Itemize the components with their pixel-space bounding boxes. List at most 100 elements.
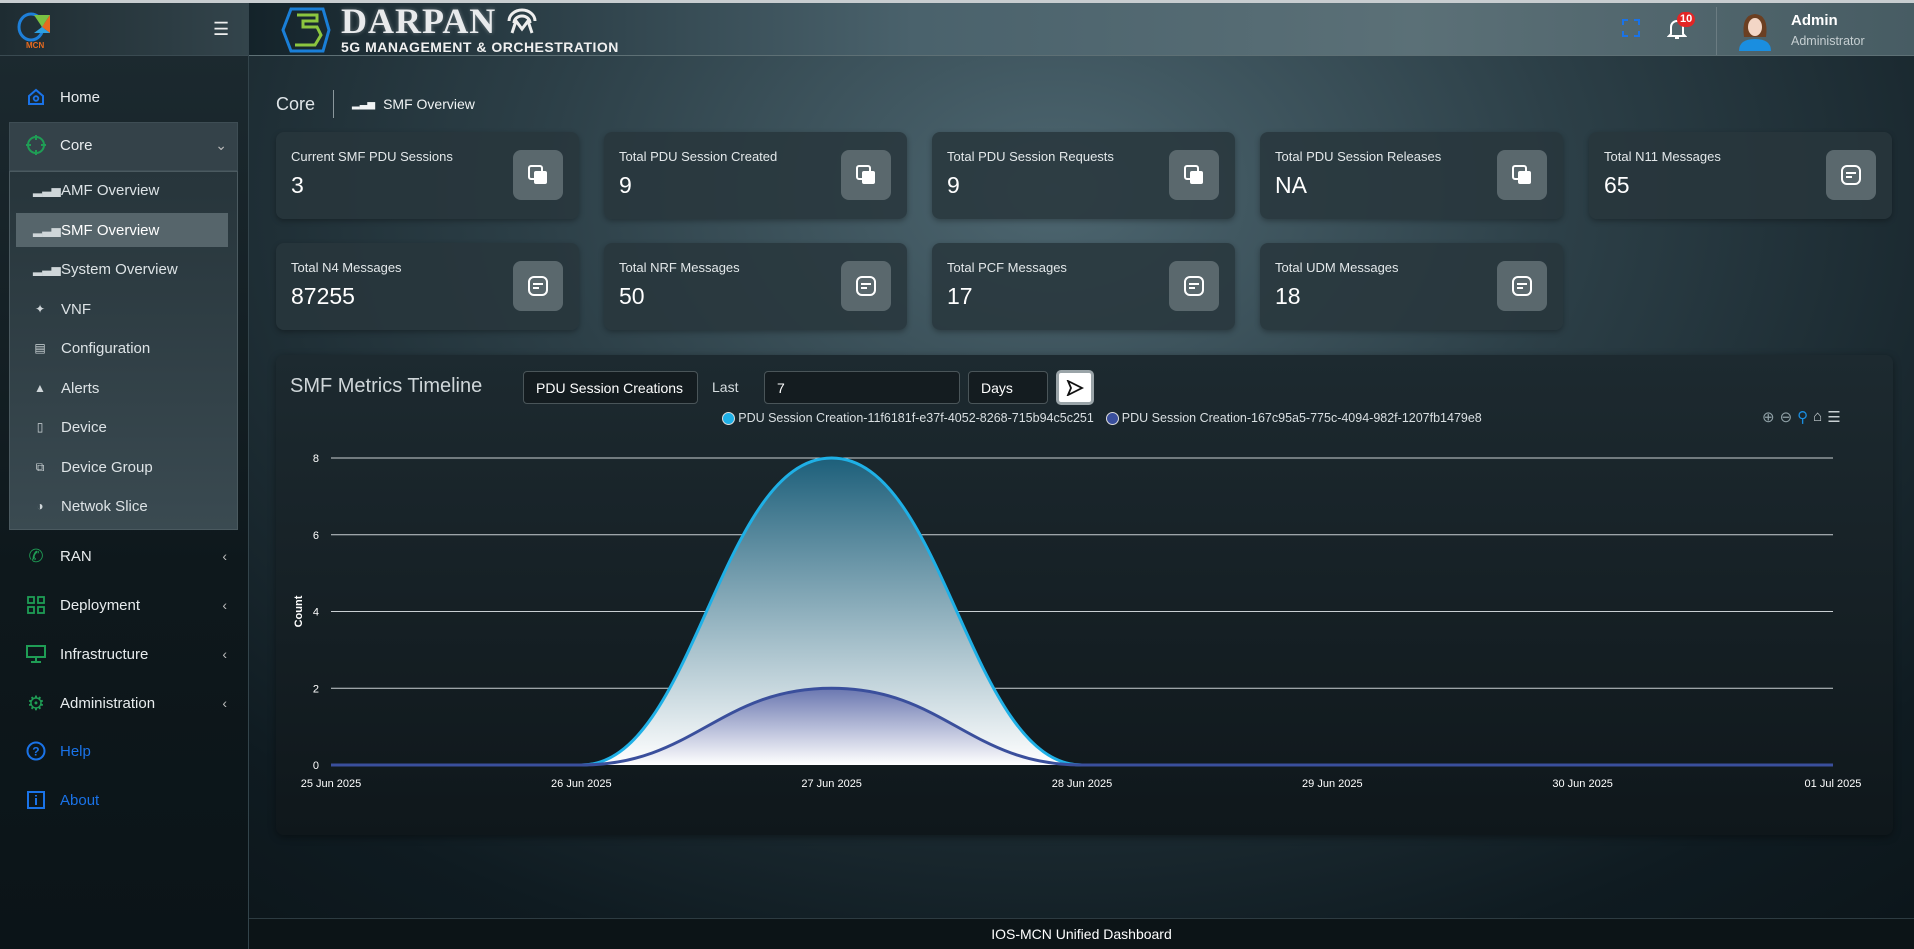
5g-logo-icon [281,7,331,53]
series-area [331,688,1833,765]
subitem-label: Netwok Slice [61,497,148,515]
copy-outline-icon [841,150,891,200]
chart-menu-icon[interactable]: ☰ [1827,408,1840,426]
half-circle-icon: ◑ [36,499,44,513]
subitem-label: SMF Overview [61,221,160,239]
stat-value: 18 [1275,283,1301,309]
send-icon [1066,379,1084,396]
menu-toggle-icon[interactable]: ☰ [213,20,229,38]
svg-text:?: ? [32,745,39,759]
sidebar-item-infrastructure[interactable]: Infrastructure ‹ [0,634,249,674]
sidebar-item-deployment[interactable]: Deployment ‹ [0,585,249,625]
sidebar-subitem-configuration[interactable]: ▤ Configuration [16,331,228,365]
sidebar-item-label: About [60,791,100,809]
breadcrumb-section[interactable]: Core [276,94,315,115]
home-icon [26,87,46,107]
y-tick-label: 6 [313,530,319,542]
bar-chart-icon: ▂▃▅ [33,183,61,197]
y-tick-label: 0 [313,760,319,772]
sidebar-subitem-system-overview[interactable]: ▂▃▅ System Overview [16,252,228,286]
breadcrumb-page: SMF Overview [383,96,475,112]
user-name: Admin [1791,12,1838,29]
sidebar-item-home[interactable]: Home [0,77,249,117]
subitem-label: Device Group [61,458,153,476]
gear-icon: ⚙ [27,692,45,715]
sidebar-item-ran[interactable]: ✆ RAN ‹ [0,536,249,576]
sidebar-subitem-vnf[interactable]: ✦ VNF [16,292,228,326]
sidebar-item-help[interactable]: ? Help [0,731,249,771]
brand-title: DARPAN [341,1,497,41]
stat-value: 17 [947,283,973,309]
user-role: Administrator [1791,34,1865,48]
sidebar-item-label: RAN [60,547,92,565]
phone-signal-icon: ✆ [28,545,44,566]
subitem-label: VNF [61,300,91,318]
unit-select[interactable]: Days [968,371,1048,404]
stat-label: Total N11 Messages [1604,149,1721,164]
stat-label: Total NRF Messages [619,260,740,275]
sidebar-item-label: Help [60,742,91,760]
chevron-left-icon: ‹ [222,548,227,564]
sidebar-subitem-amf-overview[interactable]: ▂▃▅ AMF Overview [16,173,228,207]
selection-zoom-icon[interactable]: ⚲ [1797,408,1808,426]
sidebar-item-label: Administration [60,694,156,712]
sidebar-subitem-smf-overview[interactable]: ▂▃▅ SMF Overview [16,213,228,247]
legend-marker [1105,411,1119,425]
notification-bell-icon[interactable]: 10 [1666,12,1696,45]
send-button[interactable] [1056,370,1094,405]
monitor-icon [26,644,46,664]
series-line [331,686,1833,767]
last-value-input[interactable]: 7 [764,371,960,404]
y-tick-label: 2 [313,683,319,695]
stat-label: Total N4 Messages [291,260,402,275]
notification-badge: 10 [1677,12,1696,27]
device-group-icon: ⧉ [35,459,45,474]
chevron-left-icon: ‹ [222,597,227,613]
metric-select[interactable]: PDU Session Creations [523,371,698,404]
sidebar-item-about[interactable]: About [0,780,249,820]
sidebar-item-core[interactable]: Core ⌄ [0,125,249,165]
stat-label: Total PDU Session Requests [947,149,1114,164]
stat-card: Total PDU Session Requests 9 [932,132,1235,219]
stat-label: Total PCF Messages [947,260,1067,275]
sidebar-item-label: Deployment [60,596,141,614]
x-tick-label: 27 Jun 2025 [801,778,862,790]
reset-home-icon[interactable]: ⌂ [1813,408,1822,426]
stat-value: 3 [291,172,304,198]
sidebar-item-label: Infrastructure [60,645,149,663]
subitem-label: System Overview [61,260,178,278]
timeline-title: SMF Metrics Timeline [290,375,483,397]
y-axis-label: Count [293,595,305,627]
sidebar-item-label: Core [60,136,93,154]
sidebar-subitem-device-group[interactable]: ⧉ Device Group [16,450,228,484]
sidebar-item-administration[interactable]: ⚙ Administration ‹ [0,683,249,723]
stat-card: Total NRF Messages 50 [604,243,907,330]
subitem-label: Configuration [61,339,151,357]
sidebar-subitem-network-slice[interactable]: ◑ Netwok Slice [16,489,228,523]
bar-chart-icon: ▂▃▅ [352,98,376,110]
info-icon [26,790,46,810]
stat-value: NA [1275,172,1307,198]
fullscreen-icon[interactable] [1622,19,1640,42]
legend-label: PDU Session Creation-11f6181f-e37f-4052-… [738,411,1094,425]
message-icon [1826,150,1876,200]
stat-value: 9 [619,172,632,198]
brand: DARPAN 5G MANAGEMENT & ORCHESTRATION [277,1,619,55]
user-avatar[interactable] [1735,9,1775,56]
wifi-m-logo-icon [507,8,537,34]
subitem-label: Alerts [61,379,100,397]
legend-item-series-1[interactable]: PDU Session Creation-11f6181f-e37f-4052-… [722,411,1094,425]
legend-item-series-2[interactable]: PDU Session Creation-167c95a5-775c-4094-… [1105,411,1482,425]
x-tick-label: 25 Jun 2025 [301,778,362,790]
alarm-bell-icon: ▲ [34,381,46,395]
sidebar-subitem-alerts[interactable]: ▲ Alerts [16,371,228,405]
breadcrumb: Core ▂▃▅ SMF Overview [276,90,475,118]
top-header: DARPAN 5G MANAGEMENT & ORCHESTRATION 10 … [249,3,1914,56]
breadcrumb-divider [333,90,335,118]
smf-timeline-chart: 0 2 4 6 8 Count 25 Jun 2025 26 Jun 2025 27 Jun 2… [293,453,1861,790]
zoom-out-icon[interactable]: ⊖ [1780,408,1793,426]
zoom-in-icon[interactable]: ⊕ [1762,408,1775,426]
x-tick-label: 28 Jun 2025 [1052,778,1113,790]
stat-label: Total PDU Session Created [619,149,778,164]
copy-icon [1497,150,1547,200]
